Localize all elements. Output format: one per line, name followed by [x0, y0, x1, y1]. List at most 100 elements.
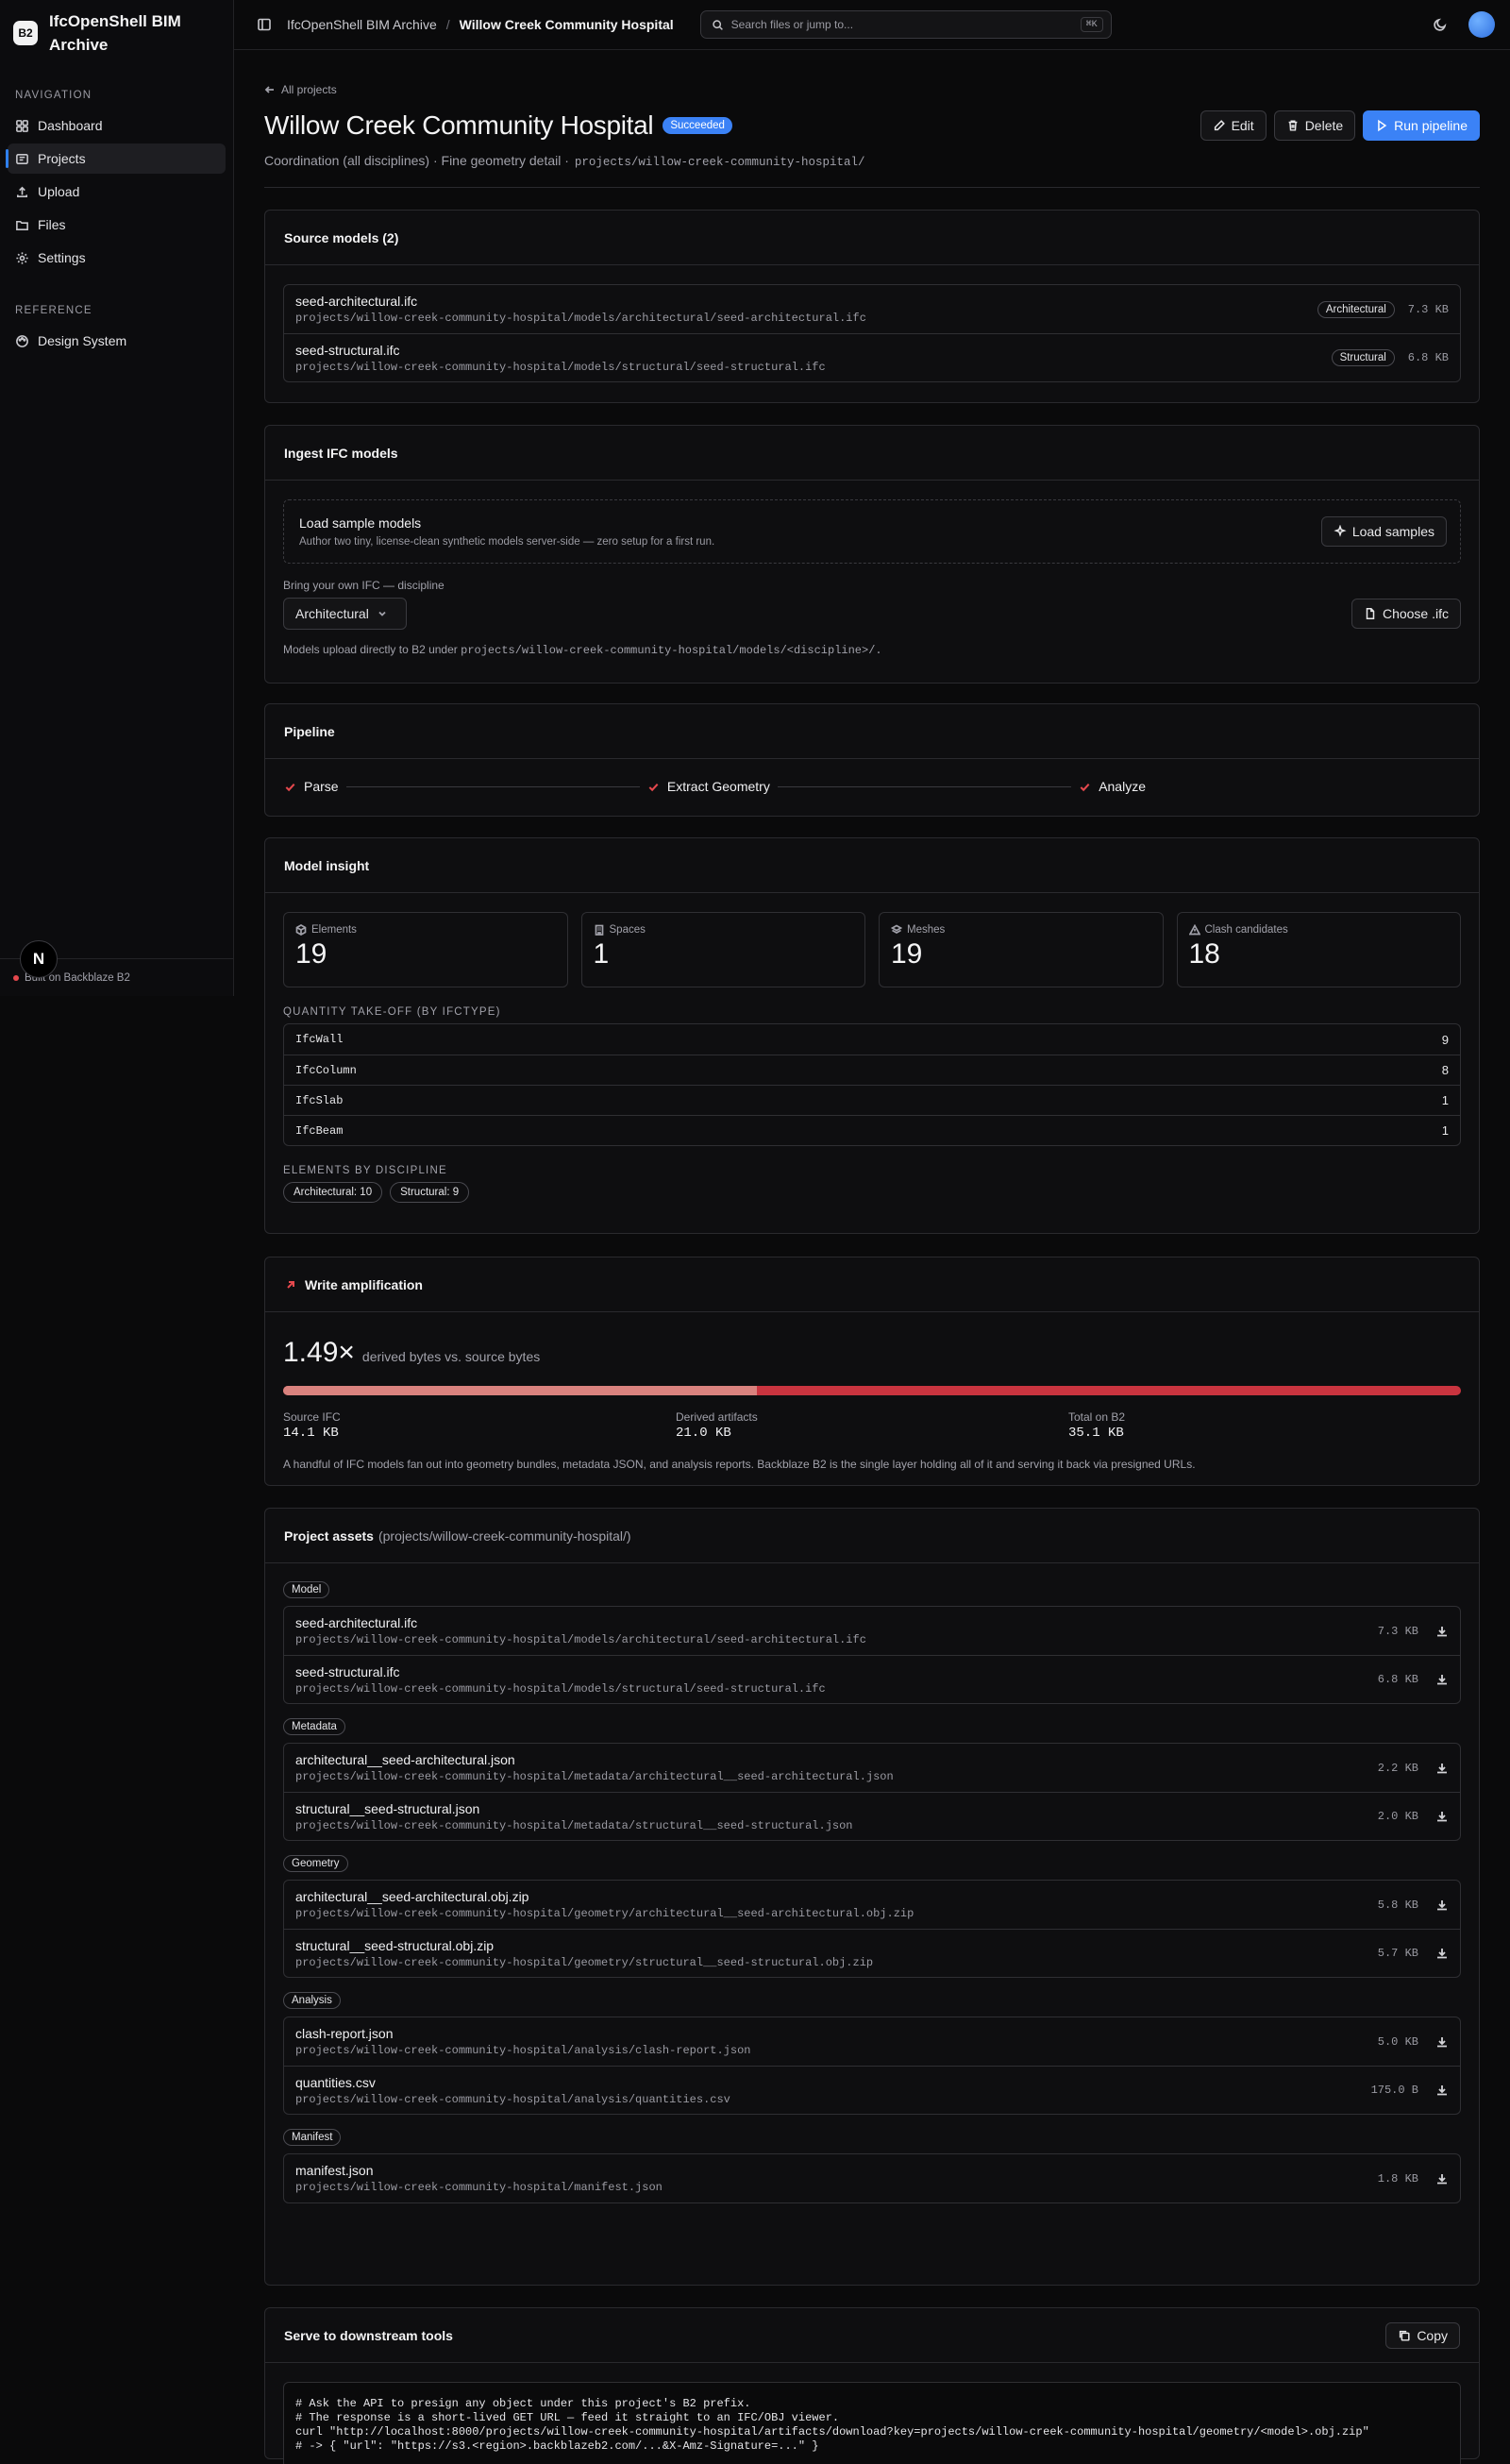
gear-icon	[15, 251, 29, 265]
upload-icon	[15, 185, 29, 199]
table-row: IfcColumn 8	[284, 1055, 1460, 1085]
page-subtitle: Coordination (all disciplines) · Fine ge…	[264, 153, 1480, 169]
status-dot	[13, 975, 19, 981]
amp-value: 35.1 KB	[1068, 1426, 1124, 1441]
list-item[interactable]: architectural__seed-architectural.json pr…	[284, 1744, 1460, 1792]
breadcrumb-root[interactable]: IfcOpenShell BIM Archive	[287, 17, 437, 32]
brand[interactable]: B2 IfcOpenShell BIM Archive	[0, 0, 233, 54]
sidebar-item-label: Files	[38, 217, 66, 232]
download-icon[interactable]	[1418, 1899, 1449, 1912]
theme-toggle-icon[interactable]	[1433, 17, 1448, 32]
sidebar-item-design-system[interactable]: Design System	[8, 326, 226, 356]
pipeline-card: Pipeline Parse Extract Geometry Analyze	[264, 703, 1480, 817]
source-models-card: Source models (2) seed-architectural.ifc…	[264, 210, 1480, 403]
list-item[interactable]: clash-report.json projects/willow-creek-c…	[284, 2017, 1460, 2066]
asset-group-model: Model seed-architectural.ifc projects/wil…	[283, 1580, 1461, 1704]
file-path: projects/willow-creek-community-hospital…	[295, 1907, 914, 1920]
dev-tools-bubble[interactable]: N	[20, 940, 58, 978]
upload-helper: Models upload directly to B2 under proje…	[283, 643, 1461, 657]
file-size: 7.3 KB	[1377, 1624, 1418, 1638]
file-name: seed-structural.ifc	[295, 1663, 400, 1679]
amp-label: Source IFC	[283, 1410, 341, 1424]
step-connector	[345, 785, 640, 787]
list-item[interactable]: seed-architectural.ifc projects/willow-c…	[284, 285, 1460, 333]
check-icon	[284, 781, 296, 793]
amplification-breakdown: Source IFC 14.1 KB Derived artifacts 21.0 …	[283, 1410, 1461, 1441]
avatar[interactable]	[1468, 11, 1495, 38]
copy-button-label: Copy	[1417, 2327, 1448, 2343]
download-icon[interactable]	[1418, 1762, 1449, 1775]
asset-group-manifest: Manifest manifest.json projects/willow-cr…	[283, 2128, 1461, 2203]
card-title-text: Project assets	[284, 1527, 374, 1544]
stat-elements: Elements 19	[283, 912, 568, 987]
list-item[interactable]: seed-structural.ifc projects/willow-creek…	[284, 1655, 1460, 1703]
sidebar-toggle-icon[interactable]	[257, 17, 272, 32]
search-input[interactable]: Search files or jump to... ⌘K	[699, 10, 1112, 39]
download-icon[interactable]	[1418, 2035, 1449, 2049]
download-icon[interactable]	[1418, 1947, 1449, 1960]
pipeline-step-analyze: Analyze	[1079, 779, 1146, 794]
copy-button[interactable]: Copy	[1385, 2321, 1460, 2349]
list-item[interactable]: structural__seed-structural.json projects…	[284, 1792, 1460, 1840]
discipline-tag: Structural	[1331, 349, 1395, 366]
topbar: IfcOpenShell BIM Archive / Willow Creek …	[234, 0, 1510, 50]
list-item[interactable]: architectural__seed-architectural.obj.zi…	[284, 1881, 1460, 1929]
ifc-count: 9	[1441, 1032, 1449, 1047]
assets-prefix: (projects/willow-creek-community-hospita…	[378, 1527, 631, 1544]
warning-icon	[1188, 924, 1200, 936]
helper-text: Models upload directly to B2 under	[283, 643, 458, 656]
file-size: 7.3 KB	[1407, 302, 1449, 316]
divider	[264, 187, 1480, 188]
copy-icon	[1398, 2329, 1411, 2342]
search-shortcut: ⌘K	[1080, 17, 1103, 32]
sidebar-item-settings[interactable]: Settings	[8, 243, 226, 273]
discipline-value: Architectural	[295, 606, 369, 621]
file-name: structural__seed-structural.json	[295, 1800, 480, 1816]
file-path: projects/willow-creek-community-hospital…	[295, 1770, 894, 1783]
download-icon[interactable]	[1418, 2172, 1449, 2186]
load-samples-label: Load samples	[1351, 524, 1434, 539]
download-icon[interactable]	[1418, 1673, 1449, 1686]
helper-path: projects/willow-creek-community-hospital…	[461, 644, 882, 657]
list-item[interactable]: seed-architectural.ifc projects/willow-cr…	[284, 1607, 1460, 1655]
download-icon[interactable]	[1418, 1810, 1449, 1823]
group-label: Model	[283, 1581, 330, 1598]
breadcrumb: IfcOpenShell BIM Archive / Willow Creek …	[287, 17, 674, 32]
back-link[interactable]: All projects	[264, 83, 1480, 96]
delete-button[interactable]: Delete	[1273, 110, 1356, 141]
pipeline-step-extract-geometry: Extract Geometry	[647, 779, 770, 794]
run-pipeline-label: Run pipeline	[1394, 118, 1468, 133]
download-icon[interactable]	[1418, 1625, 1449, 1638]
group-label: Geometry	[283, 1855, 348, 1872]
table-row: IfcBeam 1	[284, 1115, 1460, 1145]
file-path: projects/willow-creek-community-hospital…	[295, 1681, 826, 1696]
list-item[interactable]: manifest.json projects/willow-creek-commu…	[284, 2154, 1460, 2202]
discipline-tag: Architectural	[1317, 300, 1395, 318]
amp-label: Total on B2	[1068, 1410, 1126, 1424]
list-item[interactable]: structural__seed-structural.obj.zip proje…	[284, 1929, 1460, 1977]
sidebar-item-projects[interactable]: Projects	[6, 143, 226, 174]
download-icon[interactable]	[1418, 2084, 1449, 2097]
file-name: quantities.csv	[295, 2074, 376, 2090]
brand-logo: B2	[13, 20, 38, 45]
edit-button[interactable]: Edit	[1200, 110, 1267, 141]
sidebar-item-dashboard[interactable]: Dashboard	[8, 110, 226, 141]
sidebar-item-upload[interactable]: Upload	[8, 177, 226, 207]
sidebar-item-files[interactable]: Files	[8, 210, 226, 240]
choose-ifc-button[interactable]: Choose .ifc	[1351, 599, 1461, 629]
step-connector	[777, 785, 1072, 787]
byo-label: Bring your own IFC — discipline	[283, 579, 445, 592]
file-path: projects/willow-creek-community-hospital…	[295, 360, 826, 374]
list-item[interactable]: seed-structural.ifc projects/willow-cree…	[284, 333, 1460, 381]
pipeline-steps: Parse Extract Geometry Analyze	[265, 759, 1479, 814]
discipline-pill: Architectural: 10	[283, 1182, 383, 1203]
card-title-text: Serve to downstream tools	[284, 2327, 453, 2343]
run-pipeline-button[interactable]: Run pipeline	[1363, 110, 1480, 141]
discipline-select[interactable]: Architectural	[283, 598, 407, 630]
file-path: projects/willow-creek-community-hospital…	[295, 2181, 663, 2194]
arrow-left-icon	[264, 84, 276, 95]
code-snippet[interactable]: # Ask the API to presign any object unde…	[283, 2382, 1461, 2464]
discipline-pills: Architectural: 10 Structural: 9	[283, 1182, 1461, 1203]
load-samples-button[interactable]: Load samples	[1320, 516, 1447, 547]
list-item[interactable]: quantities.csv projects/willow-creek-comm…	[284, 2066, 1460, 2114]
